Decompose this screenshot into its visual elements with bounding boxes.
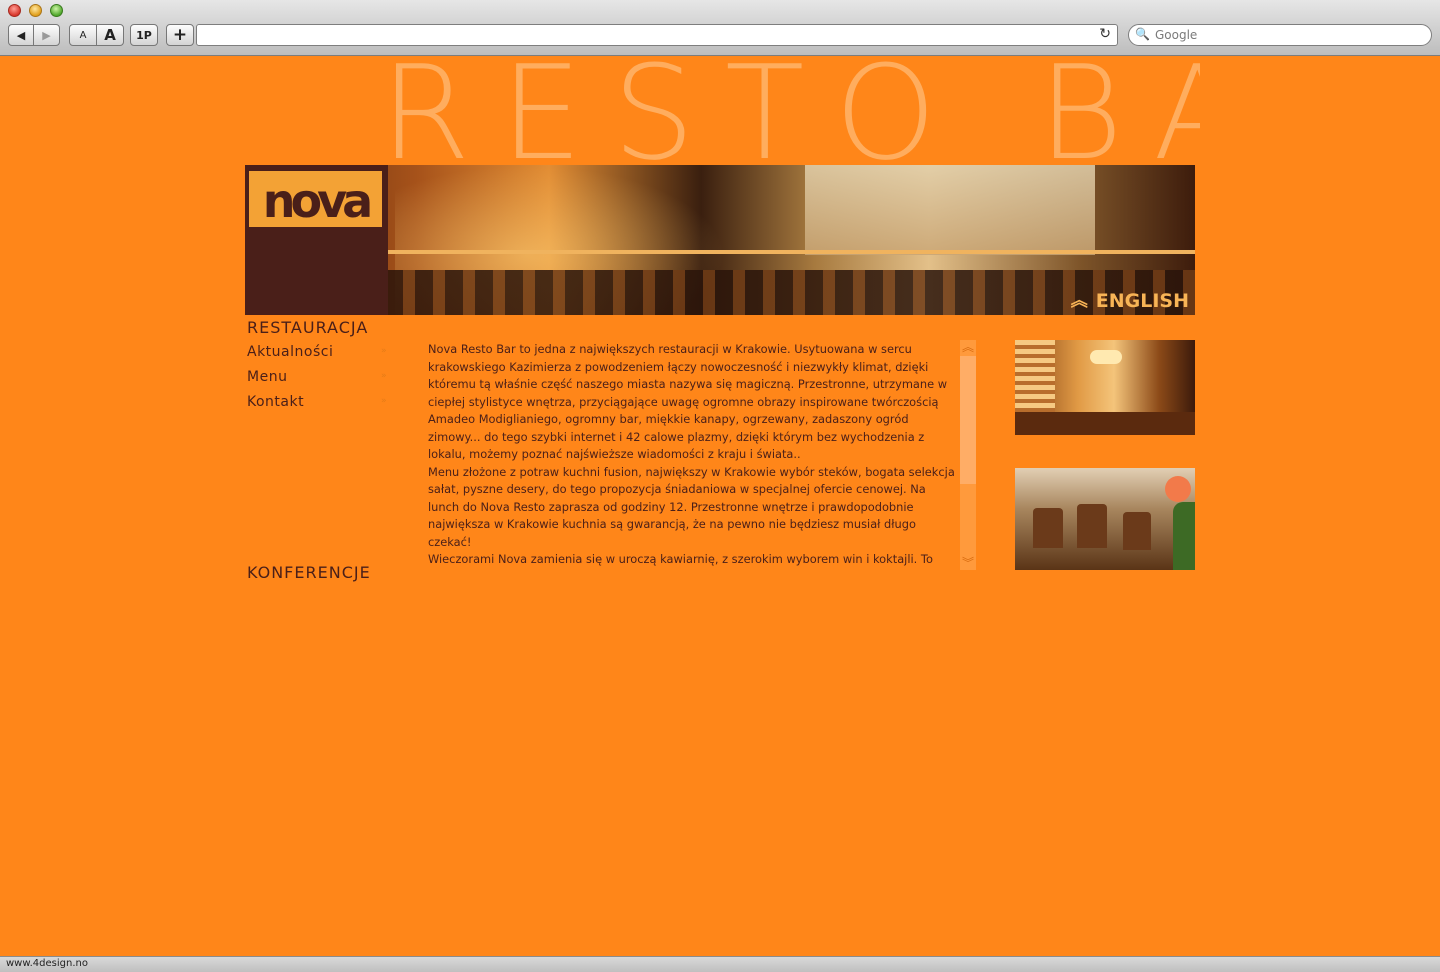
add-bookmark-button[interactable]: + (166, 24, 194, 46)
paragraph: Menu złożone z potraw kuchni fusion, naj… (428, 464, 955, 549)
minimize-window-button[interactable] (29, 4, 42, 17)
zoom-window-button[interactable] (50, 4, 63, 17)
nav-arrow-icon: » (380, 371, 387, 381)
logo[interactable]: nova (245, 165, 388, 315)
larger-text-label: A (104, 26, 116, 44)
nav-arrow-icon: » (380, 396, 387, 406)
language-label: ENGLISH (1095, 290, 1189, 312)
header-banner: nova ︽ ENGLISH (245, 165, 1195, 315)
nav-section-restauracja[interactable]: RESTAURACJA (247, 318, 368, 337)
forward-button[interactable]: ▶ (33, 24, 60, 46)
scroll-up-icon[interactable]: ︽ (960, 340, 976, 354)
back-button[interactable]: ◀ (8, 24, 34, 46)
photo-lamp (1090, 350, 1122, 364)
nav-item-aktualnosci[interactable]: Aktualności » (247, 344, 387, 360)
language-link-english[interactable]: ︽ ENGLISH (1071, 289, 1189, 313)
plus-icon: + (172, 25, 188, 45)
photo-chair (1123, 512, 1151, 550)
close-window-button[interactable] (8, 4, 21, 17)
scroll-down-icon[interactable]: ︾ (960, 556, 976, 570)
paragraph: Nova Resto Bar to jedna z największych r… (428, 342, 948, 461)
status-bar: www.4design.no (0, 956, 1440, 972)
search-icon: 🔍 (1135, 27, 1150, 41)
photo-floor (1015, 412, 1195, 435)
smaller-text-label: A (79, 29, 87, 41)
web-page: RESTO BAR nova ︽ ENGLISH RESTAURACJA Akt… (0, 56, 1440, 956)
nav-arrow-icon: » (380, 346, 387, 356)
search-placeholder: Google (1155, 28, 1198, 42)
scroll-thumb[interactable] (960, 356, 976, 484)
nav-item-menu[interactable]: Menu » (247, 369, 387, 385)
status-text: www.4design.no (6, 958, 88, 969)
text-scrollbar[interactable]: ︽ ︾ (960, 340, 976, 570)
larger-text-button[interactable]: A (96, 24, 124, 46)
smaller-text-button[interactable]: A (69, 24, 97, 46)
banner-photo-wall (805, 165, 1095, 255)
nav-item-kontakt[interactable]: Kontakt » (247, 394, 387, 410)
main-text: Nova Resto Bar to jedna z największych r… (428, 341, 956, 569)
logo-text: nova (262, 174, 373, 228)
search-field[interactable]: 🔍 Google (1128, 24, 1432, 46)
double-chevron-up-icon: ︽ (1070, 290, 1088, 311)
logo-badge: nova (249, 171, 382, 228)
banner-photo-railing (385, 250, 1195, 254)
nav-section-konferencje[interactable]: KONFERENCJE (247, 563, 371, 582)
one-password-button[interactable]: 1P (130, 24, 158, 46)
forward-arrow-icon: ▶ (42, 28, 51, 42)
photo-leaves (1173, 502, 1195, 570)
interior-photo-bar (1015, 340, 1195, 435)
photo-flower (1165, 476, 1191, 502)
address-bar[interactable]: ↻ (196, 24, 1118, 46)
nav-item-label: Menu (247, 369, 288, 385)
photo-chair (1033, 508, 1063, 548)
hero-title: RESTO BAR (380, 56, 1200, 168)
interior-photo-tables (1015, 468, 1195, 570)
back-arrow-icon: ◀ (16, 28, 26, 42)
paragraph: Wieczorami Nova zamienia się w uroczą ka… (428, 552, 933, 566)
nav-item-label: Kontakt (247, 394, 305, 410)
one-password-label: 1P (136, 28, 152, 42)
photo-chair (1077, 504, 1107, 548)
nav-item-label: Aktualności (247, 344, 334, 360)
reload-icon[interactable]: ↻ (1099, 26, 1111, 42)
browser-toolbar: ◀ ▶ A A 1P + ↻ 🔍 Google (0, 0, 1440, 56)
